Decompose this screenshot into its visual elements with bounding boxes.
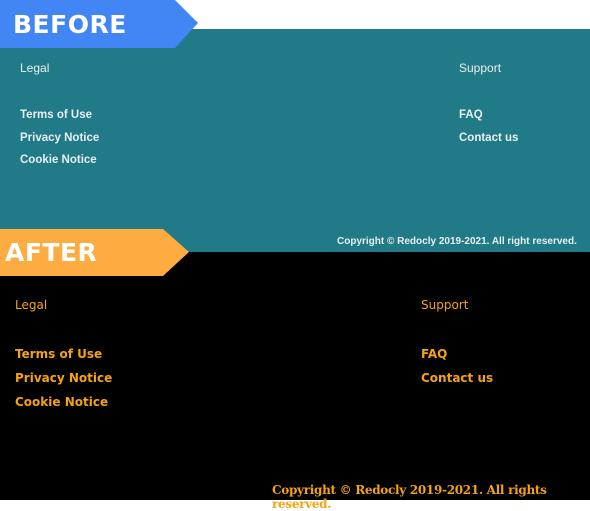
before-contact-us-link[interactable]: Contact us bbox=[459, 127, 518, 150]
before-privacy-notice-link[interactable]: Privacy Notice bbox=[20, 127, 99, 150]
after-support-heading: Support bbox=[421, 298, 469, 312]
before-legal-heading: Legal bbox=[20, 61, 50, 75]
before-cookie-notice-link[interactable]: Cookie Notice bbox=[20, 149, 99, 172]
after-legal-heading: Legal bbox=[15, 298, 48, 312]
after-faq-link[interactable]: FAQ bbox=[421, 342, 493, 366]
after-cookie-notice-link[interactable]: Cookie Notice bbox=[15, 390, 112, 414]
before-support-column: Support FAQ Contact us bbox=[459, 61, 518, 149]
after-copyright: Copyright © Redocly 2019-2021. All right… bbox=[272, 483, 547, 511]
after-contact-us-link[interactable]: Contact us bbox=[421, 366, 493, 390]
after-banner: AFTER bbox=[0, 229, 189, 276]
before-banner: BEFORE bbox=[0, 0, 198, 48]
before-banner-label: BEFORE bbox=[13, 9, 127, 39]
after-banner-label: AFTER bbox=[5, 238, 98, 267]
after-privacy-notice-link[interactable]: Privacy Notice bbox=[15, 366, 112, 390]
before-terms-of-use-link[interactable]: Terms of Use bbox=[20, 104, 99, 127]
before-faq-link[interactable]: FAQ bbox=[459, 104, 518, 127]
before-copyright: Copyright © Redocly 2019-2021. All right… bbox=[337, 236, 577, 247]
after-terms-of-use-link[interactable]: Terms of Use bbox=[15, 342, 112, 366]
after-legal-column: Legal Terms of Use Privacy Notice Cookie… bbox=[15, 298, 112, 414]
before-legal-column: Legal Terms of Use Privacy Notice Cookie… bbox=[20, 61, 99, 172]
before-support-heading: Support bbox=[459, 61, 502, 75]
after-support-column: Support FAQ Contact us bbox=[421, 298, 493, 390]
